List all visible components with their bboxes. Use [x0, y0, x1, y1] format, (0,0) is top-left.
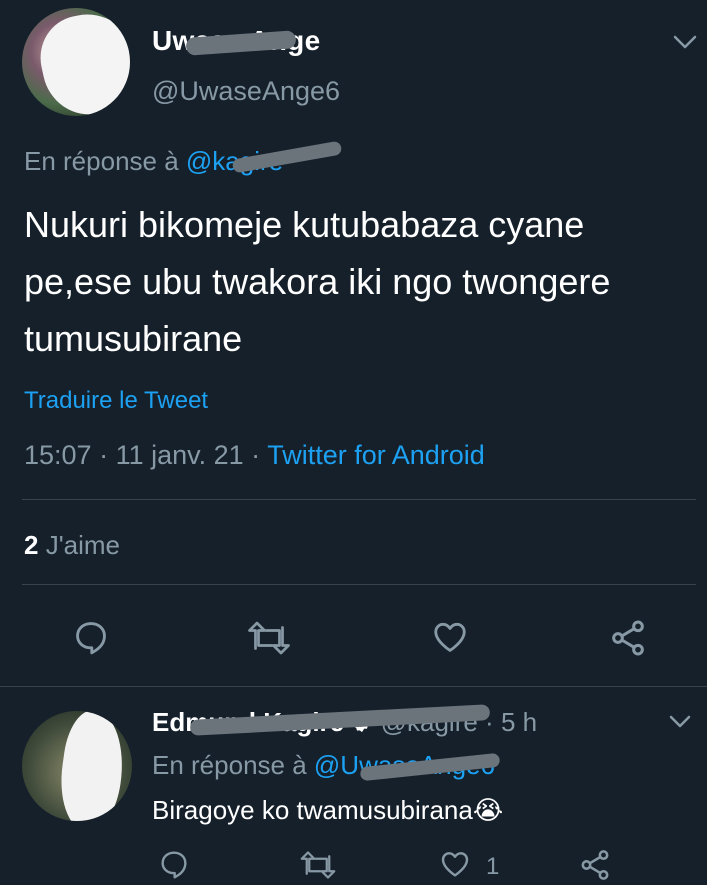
avatar[interactable]	[22, 8, 130, 116]
avatar[interactable]	[22, 711, 132, 821]
retweet-icon[interactable]	[298, 850, 338, 880]
tweet-text: Nukuri bikomeje kutubabaza cyane pe,ese …	[24, 204, 611, 359]
like-icon[interactable]	[430, 618, 470, 656]
chevron-down-icon[interactable]	[672, 32, 698, 52]
redaction-scribble	[32, 8, 130, 116]
tweet-time: 15:07	[24, 440, 92, 470]
like-count: 1	[486, 853, 500, 880]
retweet-icon[interactable]	[246, 620, 292, 656]
share-icon[interactable]	[578, 848, 612, 882]
likes-summary[interactable]: 2 J'aime	[24, 530, 120, 561]
chevron-down-icon[interactable]	[668, 713, 692, 731]
reply-icon[interactable]	[72, 618, 110, 656]
divider	[22, 499, 696, 500]
tweet-date: 11 janv. 21	[115, 440, 244, 470]
like-icon[interactable]	[438, 848, 472, 880]
reply-icon[interactable]	[158, 848, 190, 880]
separator: ·	[91, 440, 116, 470]
reply-prefix: En réponse à	[152, 750, 307, 780]
tweet-text: Biragoye ko twamusubirana😭	[152, 795, 504, 825]
tweet-source-link[interactable]: Twitter for Android	[267, 440, 485, 470]
tweet-age: 5 h	[500, 707, 538, 737]
likes-label: J'aime	[38, 530, 121, 560]
redaction-scribble	[53, 711, 131, 821]
likes-count: 2	[24, 530, 39, 560]
reply-prefix: En réponse à	[24, 146, 179, 176]
divider	[22, 584, 696, 585]
separator: ·	[243, 440, 268, 470]
divider	[0, 686, 707, 687]
share-icon[interactable]	[608, 618, 648, 658]
translate-link[interactable]: Traduire le Tweet	[24, 387, 208, 415]
user-handle[interactable]: @UwaseAnge6	[152, 76, 340, 107]
tweet-meta: 15:07 · 11 janv. 21 · Twitter for Androi…	[24, 440, 485, 471]
